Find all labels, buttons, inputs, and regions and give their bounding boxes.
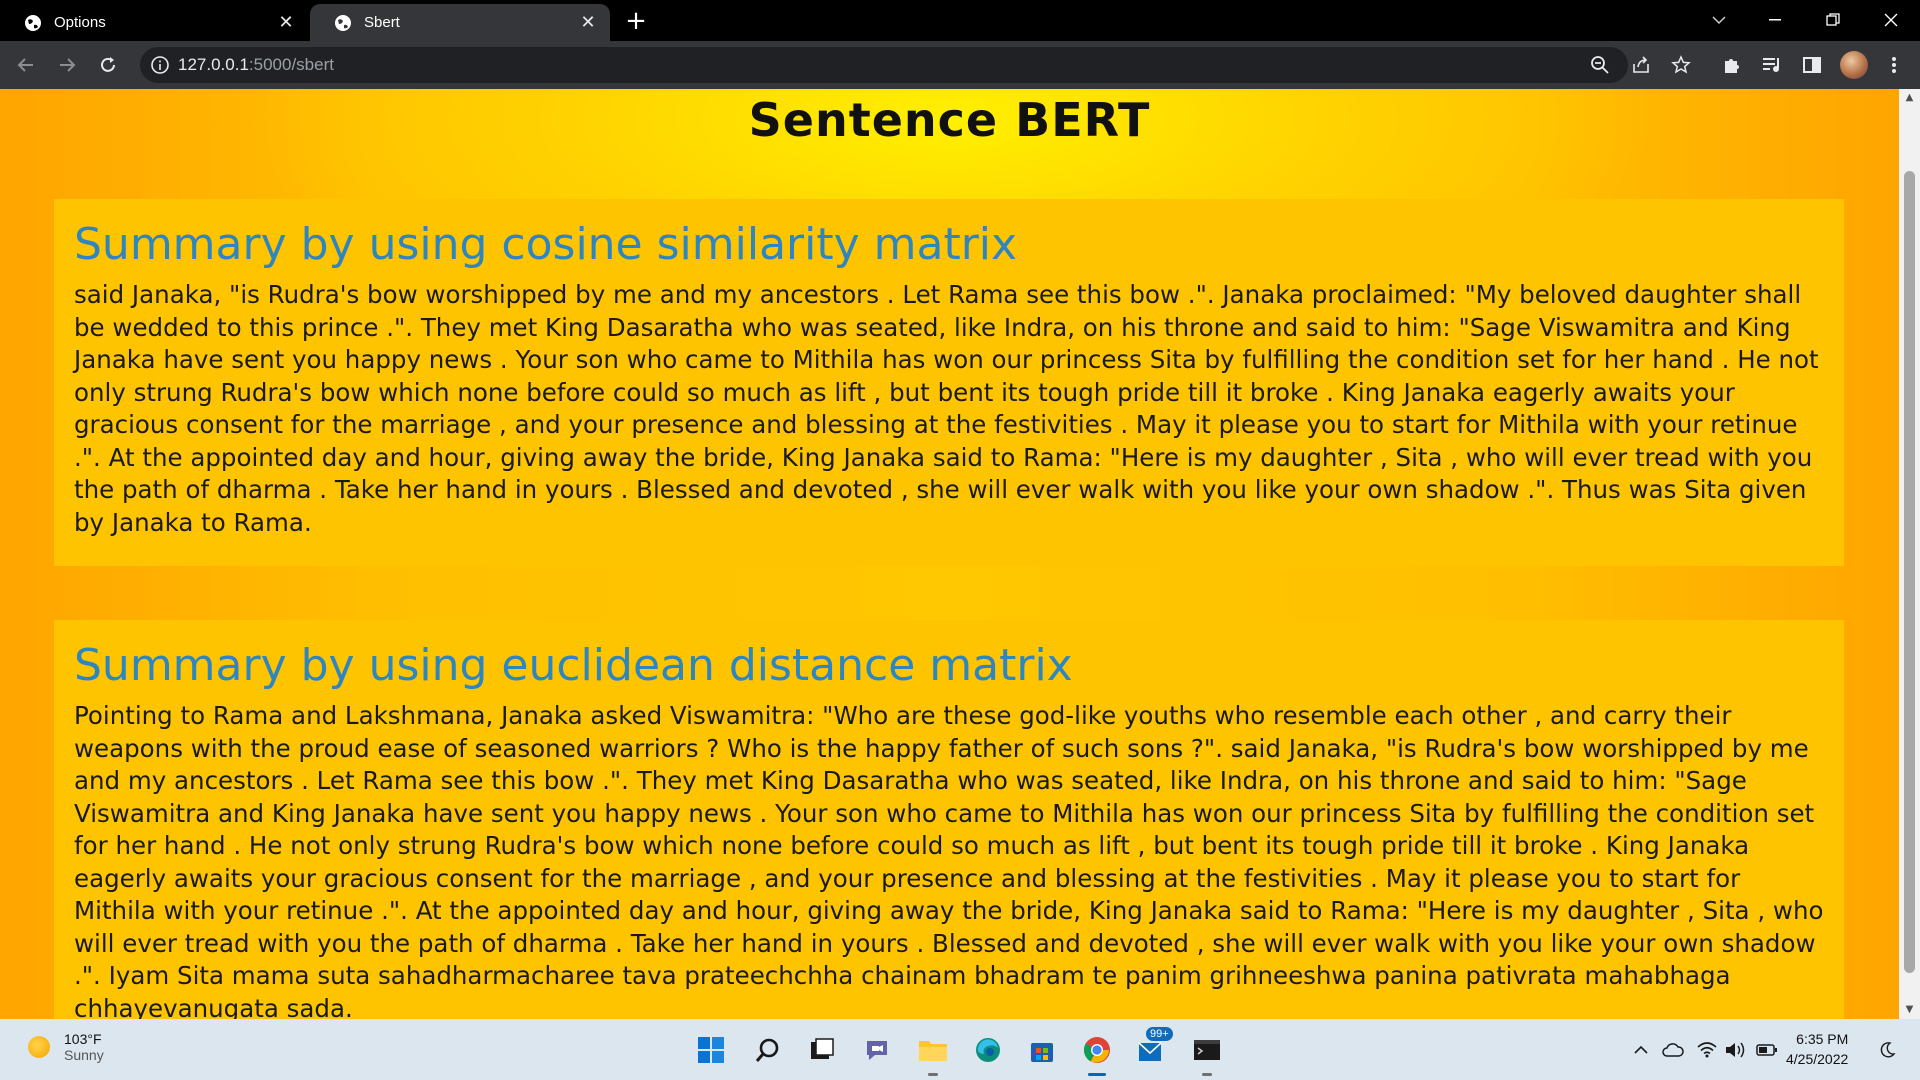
tab-options[interactable]: Options ✕ [0,4,308,41]
mail-icon[interactable]: 99+ [1136,1027,1173,1067]
globe-icon [25,14,41,31]
onedrive-cloud-icon[interactable] [1662,1039,1684,1061]
browser-toolbar: 127.0.0.1:5000/sbert [0,41,1920,89]
task-view-icon[interactable] [805,1033,839,1067]
weather-condition: Sunny [64,1047,104,1063]
more-menu-icon[interactable] [1882,53,1906,77]
weather-temperature: 103°F [64,1031,102,1047]
new-tab-button[interactable]: + [622,8,650,36]
url-text: 127.0.0.1:5000/sbert [178,55,334,75]
clock-time: 6:35 PM [1796,1031,1849,1047]
page-title: Sentence BERT [748,93,1151,147]
extensions-puzzle-icon[interactable] [1720,53,1744,77]
weather-widget[interactable]: 103°F Sunny [28,1031,104,1063]
restore-button[interactable] [1810,6,1856,34]
start-button[interactable] [694,1033,728,1067]
bookmark-star-icon[interactable] [1671,55,1691,75]
scroll-down-arrow-icon[interactable]: ▼ [1899,1001,1920,1019]
info-icon[interactable] [150,55,170,75]
focus-moon-icon[interactable] [1876,1039,1898,1061]
show-hidden-icons-chevron-icon[interactable] [1630,1039,1652,1061]
minimize-button[interactable] [1752,6,1798,34]
battery-icon[interactable] [1756,1039,1778,1061]
wifi-icon[interactable] [1696,1039,1718,1061]
running-indicator [1202,1073,1212,1076]
running-indicator [928,1073,938,1076]
edge-icon[interactable] [971,1033,1005,1067]
tab-sbert[interactable]: Sbert ✕ [310,4,610,41]
url-host: 127.0.0.1 [178,55,249,74]
clock-date: 4/25/2022 [1786,1051,1849,1067]
system-clock[interactable]: 6:35 PM 4/25/2022 [1786,1029,1848,1069]
teams-chat-icon[interactable] [860,1033,894,1067]
tab-title: Sbert [364,14,400,31]
search-icon[interactable] [751,1033,785,1067]
zoom-icon[interactable] [1590,55,1610,75]
section-heading: Summary by using cosine similarity matri… [74,219,1018,270]
profile-avatar[interactable] [1840,51,1868,79]
media-control-icon[interactable] [1760,53,1784,77]
address-bar[interactable]: 127.0.0.1:5000/sbert [140,47,1691,83]
windows-taskbar: 103°F Sunny 99+ 6:35 PM 4/25/2022 [0,1019,1920,1080]
file-explorer-icon[interactable] [916,1033,950,1076]
url-path: :5000/sbert [248,55,334,74]
volume-icon[interactable] [1724,1039,1746,1061]
summary-text: Pointing to Rama and Lakshmana, Janaka a… [74,701,1824,1019]
sun-icon [28,1036,50,1058]
forward-button[interactable] [53,51,81,79]
scroll-up-arrow-icon[interactable]: ▲ [1899,89,1920,107]
mail-badge: 99+ [1146,1027,1173,1041]
page-viewport: Sentence BERT Summary by using cosine si… [0,89,1899,1019]
vertical-scrollbar[interactable]: ▲ ▼ [1899,89,1920,1019]
euclidean-summary-card: Summary by using euclidean distance matr… [54,620,1844,1019]
cosine-summary-card: Summary by using cosine similarity matri… [54,199,1844,566]
close-window-button[interactable] [1868,6,1914,34]
globe-icon [335,14,351,31]
scrollbar-thumb[interactable] [1904,171,1915,973]
share-icon[interactable] [1631,55,1651,75]
section-heading: Summary by using euclidean distance matr… [74,640,1073,691]
chrome-icon[interactable] [1080,1033,1114,1076]
side-panel-icon[interactable] [1800,53,1824,77]
close-icon[interactable]: ✕ [578,12,598,33]
summary-text: said Janaka, "is Rudra's bow worshipped … [74,280,1819,537]
reload-button[interactable] [94,51,122,79]
active-indicator [1088,1073,1106,1076]
tab-title: Options [54,14,106,31]
back-button[interactable] [12,51,40,79]
close-icon[interactable]: ✕ [276,12,296,33]
browser-tab-strip: Options ✕ Sbert ✕ + [0,0,1920,41]
tab-search-chevron-icon[interactable] [1696,6,1742,34]
terminal-icon[interactable] [1190,1033,1224,1076]
microsoft-store-icon[interactable] [1025,1033,1059,1067]
